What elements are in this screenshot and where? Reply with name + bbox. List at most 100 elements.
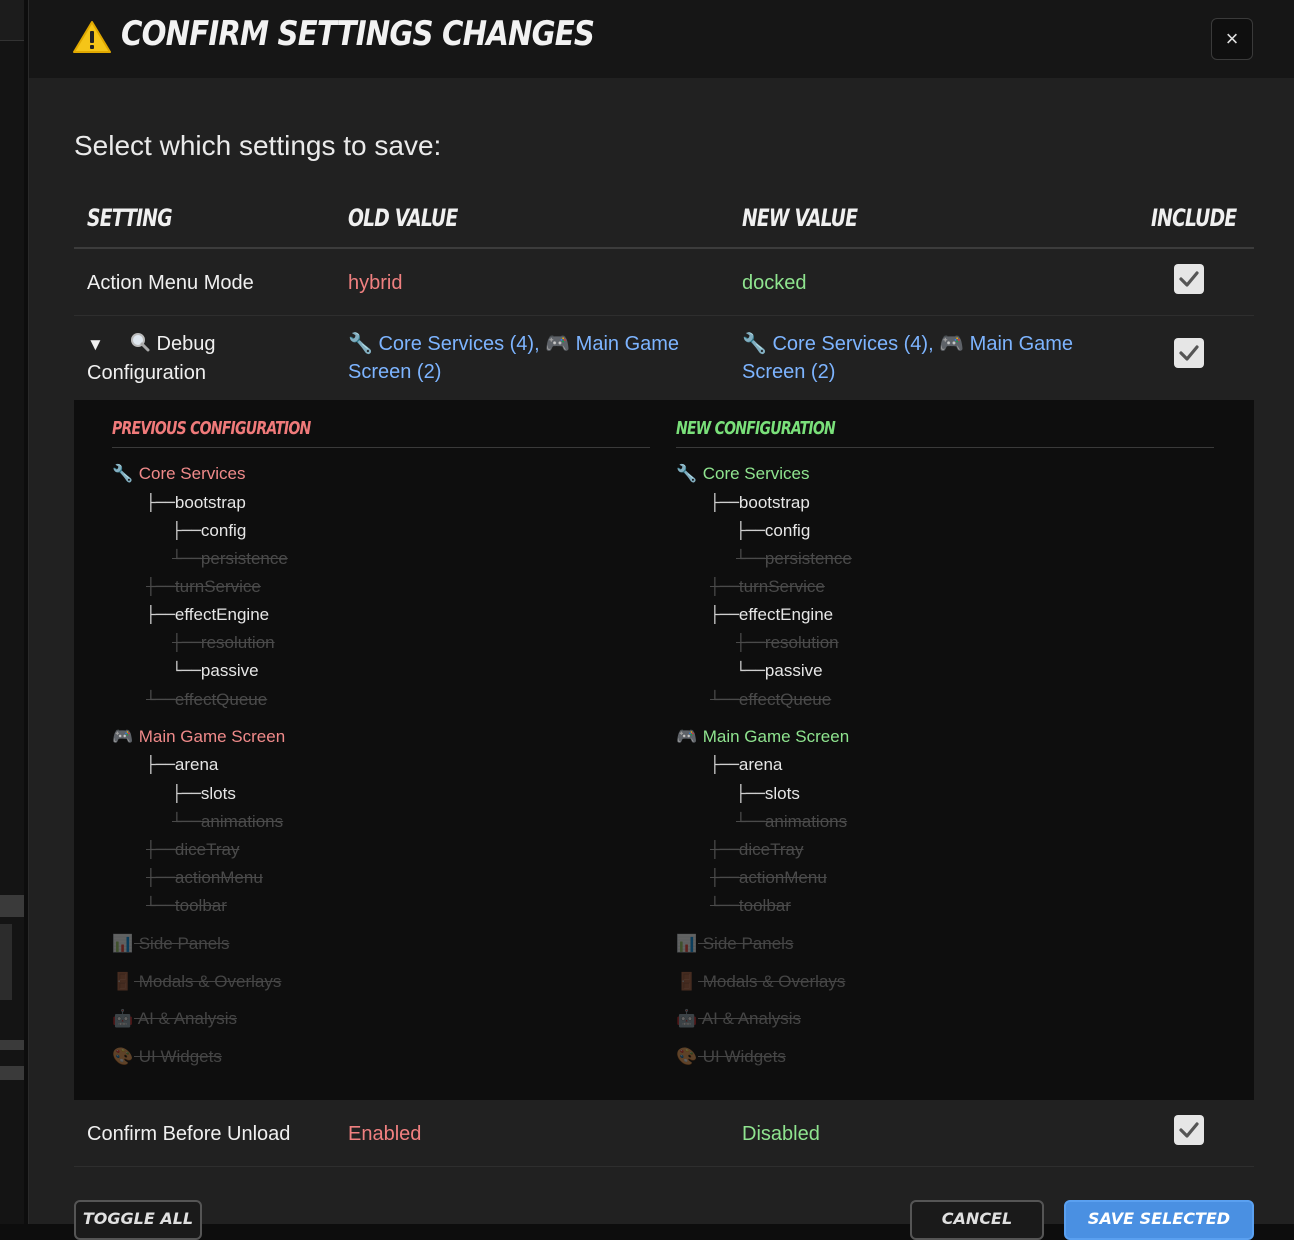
gamepad-icon: 🎮 (676, 727, 698, 746)
palette-icon: 🎨 (676, 1047, 698, 1066)
bar-chart-icon: 📊 (112, 934, 134, 953)
config-node-label: persistence (200, 549, 288, 568)
gamepad-icon: 🎮 (939, 333, 965, 355)
config-section-ai-analysis: 🤖 AI & Analysis (676, 1007, 801, 1031)
config-section-label: Main Game Screen (698, 727, 850, 746)
expand-toggle-icon[interactable]: ▼ (87, 335, 104, 354)
config-node-label: passive (200, 661, 259, 680)
config-section-label: Side Panels (134, 934, 230, 953)
wrench-icon: 🔧 (676, 464, 698, 483)
background-app-sidebar (0, 0, 24, 1224)
door-icon: 🚪 (112, 972, 134, 991)
config-node-label: bootstrap (738, 493, 810, 512)
old-value-part: Core Services (4), (378, 333, 540, 355)
save-selected-button[interactable]: Save Selected (1064, 1200, 1254, 1240)
config-node-label: slots (200, 784, 236, 803)
config-section-main-game-screen: 🎮 Main Game Screen (112, 725, 285, 749)
bar-chart-icon: 📊 (676, 934, 698, 953)
config-tree-node: └──effectQueue (146, 688, 267, 712)
old-value: Enabled (348, 1123, 422, 1145)
tree-branch-glyph: ├── (146, 493, 175, 512)
tree-branch-glyph: └── (736, 549, 765, 568)
tree-branch-glyph: ├── (710, 577, 739, 596)
magnifier-icon (130, 333, 150, 352)
tree-branch-glyph: └── (172, 812, 201, 831)
config-node-label: persistence (764, 549, 852, 568)
config-section-label: Core Services (134, 464, 246, 483)
config-tree-node: └──effectQueue (710, 688, 831, 712)
row-divider (74, 1166, 1254, 1167)
close-button[interactable]: × (1211, 18, 1253, 60)
robot-icon: 🤖 (112, 1009, 134, 1028)
warning-icon (73, 21, 111, 53)
gamepad-icon: 🎮 (112, 727, 134, 746)
tree-branch-glyph: ├── (710, 493, 739, 512)
config-tree-node: └──toolbar (146, 894, 227, 918)
config-section-label: Main Game Screen (134, 727, 286, 746)
config-section-core-services: 🔧 Core Services (676, 462, 809, 486)
setting-name-debug-configuration[interactable]: ▼ Debug Configuration (87, 330, 215, 387)
wrench-icon: 🔧 (348, 333, 373, 355)
column-header-include: Include (1151, 204, 1237, 232)
column-divider (112, 447, 650, 448)
old-value: hybrid (348, 272, 403, 294)
new-configuration-title: New Configuration (676, 418, 836, 439)
tree-branch-glyph: ├── (736, 633, 765, 652)
config-node-label: config (200, 521, 247, 540)
config-node-label: animations (200, 812, 284, 831)
include-checkbox[interactable] (1174, 338, 1204, 368)
door-icon: 🚪 (676, 972, 698, 991)
config-node-label: effectQueue (738, 690, 832, 709)
old-value-debug: 🔧 Core Services (4), 🎮 Main Game Screen … (348, 330, 708, 386)
include-checkbox[interactable] (1174, 264, 1204, 294)
background-panel-strip (0, 1066, 24, 1080)
config-tree-node: ├──turnService (710, 575, 825, 599)
config-node-label: turnService (174, 577, 261, 596)
config-node-label: actionMenu (174, 868, 263, 887)
config-node-label: slots (764, 784, 800, 803)
tree-branch-glyph: ├── (172, 784, 201, 803)
config-tree-node: ├──bootstrap (146, 491, 246, 515)
config-section-ai-analysis: 🤖 AI & Analysis (112, 1007, 237, 1031)
new-value-debug: 🔧 Core Services (4), 🎮 Main Game Screen … (742, 330, 1102, 386)
tree-branch-glyph: ├── (710, 868, 739, 887)
robot-icon: 🤖 (676, 1009, 698, 1028)
config-section-side-panels: 📊 Side Panels (112, 932, 229, 956)
config-node-label: turnService (738, 577, 825, 596)
config-node-label: animations (764, 812, 848, 831)
config-section-modals-overlays: 🚪 Modals & Overlays (112, 970, 281, 994)
new-value-part: Main Game (969, 333, 1074, 355)
config-section-label: Core Services (698, 464, 810, 483)
config-tree-node: ├──arena (146, 753, 218, 777)
tree-branch-glyph: ├── (146, 605, 175, 624)
tree-branch-glyph: ├── (710, 840, 739, 859)
new-value-part: Core Services (4), (772, 333, 934, 355)
tree-branch-glyph: └── (146, 690, 175, 709)
wrench-icon: 🔧 (742, 333, 767, 355)
tree-branch-glyph: └── (710, 690, 739, 709)
tree-branch-glyph: └── (736, 812, 765, 831)
modal-title: Confirm Settings Changes (121, 14, 595, 54)
config-tree-node: ├──diceTray (146, 838, 239, 862)
config-section-main-game-screen: 🎮 Main Game Screen (676, 725, 849, 749)
toggle-all-button[interactable]: Toggle All (74, 1200, 202, 1240)
config-tree-node: ├──resolution (172, 631, 275, 655)
checkmark-icon (1179, 345, 1199, 361)
background-app-header (0, 0, 24, 41)
tree-branch-glyph: ├── (172, 633, 201, 652)
modal-subtitle: Select which settings to save: (74, 130, 442, 161)
tree-branch-glyph: └── (736, 661, 765, 680)
include-checkbox[interactable] (1174, 1115, 1204, 1145)
tree-branch-glyph: ├── (736, 521, 765, 540)
tree-branch-glyph: └── (710, 896, 739, 915)
config-node-label: actionMenu (738, 868, 827, 887)
tree-branch-glyph: ├── (146, 755, 175, 774)
cancel-button[interactable]: Cancel (910, 1200, 1044, 1240)
config-tree-node: └──persistence (736, 547, 852, 571)
config-tree-node: ├──slots (172, 782, 236, 806)
config-node-label: resolution (764, 633, 839, 652)
config-tree-node: ├──actionMenu (710, 866, 827, 890)
config-tree-node: ├──config (172, 519, 246, 543)
config-node-label: config (764, 521, 811, 540)
config-section-label: AI & Analysis (698, 1009, 801, 1028)
